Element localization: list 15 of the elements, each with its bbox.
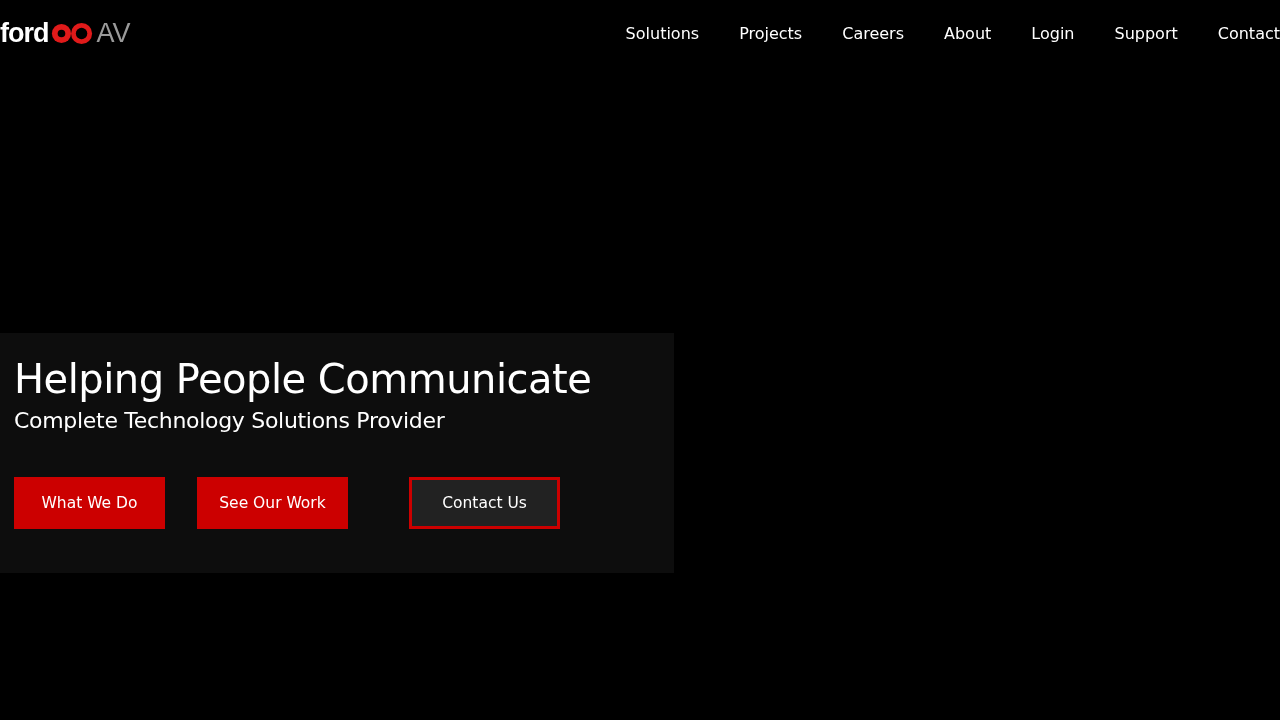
outline-button[interactable]: Contact Us	[409, 477, 560, 529]
primary-button[interactable]: What We Do	[14, 477, 165, 529]
hero-subtitle: Complete Technology Solutions Provider	[14, 407, 446, 435]
nav-link[interactable]: Careers	[842, 23, 904, 43]
nav-link[interactable]: Projects	[739, 23, 803, 43]
nav-link[interactable]: Solutions	[625, 23, 700, 43]
logo-wordmark[interactable]: ford	[0, 17, 49, 49]
logo-suffix[interactable]: AV	[96, 17, 131, 49]
nav-link[interactable]: Login	[1031, 23, 1075, 43]
hero-title: Helping People Communicate	[14, 355, 593, 404]
logo-rings-icon	[50, 20, 95, 46]
nav-link[interactable]: About	[944, 23, 992, 43]
nav-link[interactable]: Contact	[1217, 23, 1280, 43]
nav-link[interactable]: Support	[1114, 23, 1178, 43]
primary-button[interactable]: See Our Work	[197, 477, 348, 529]
